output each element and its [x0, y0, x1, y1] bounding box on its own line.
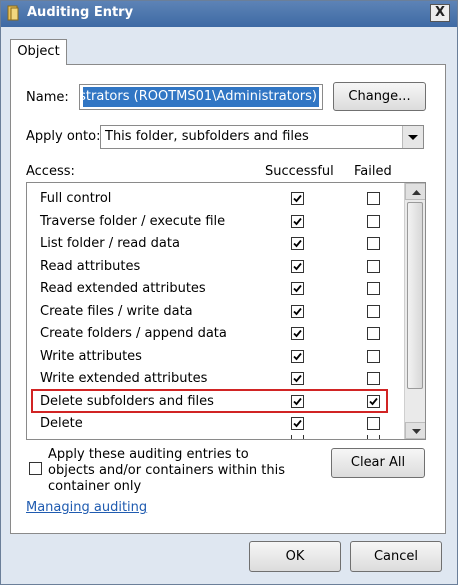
failed-checkbox[interactable] [367, 327, 380, 340]
access-row: Read extended attributes [27, 278, 405, 300]
ok-button[interactable]: OK [249, 541, 341, 572]
arrow-up-icon [412, 190, 421, 195]
apply-onto-value: This folder, subfolders and files [105, 129, 309, 144]
name-label: Name: [26, 90, 69, 105]
apply-onto-select[interactable]: This folder, subfolders and files [100, 125, 424, 149]
scroll-up-button[interactable] [405, 183, 425, 200]
access-row: Delete subfolders and files [27, 391, 405, 413]
permission-label: Full control [40, 191, 112, 206]
successful-checkbox[interactable] [291, 282, 304, 295]
access-row: Write extended attributes [27, 368, 405, 390]
checkmark-icon [293, 194, 302, 203]
failed-checkbox[interactable] [367, 192, 380, 205]
permission-label: Read attributes [40, 258, 141, 274]
checkmark-icon [293, 239, 302, 248]
failed-checkbox[interactable] [367, 282, 380, 295]
permission-label: Delete subfolders and files [40, 393, 214, 409]
successful-checkbox[interactable] [291, 214, 304, 228]
permission-label: Create files / write data [40, 303, 193, 319]
checkmark-icon [293, 329, 302, 338]
name-field[interactable]: nistrators (ROOTMS01\Administrators) [79, 84, 323, 110]
col-successful: Successful [265, 164, 334, 179]
successful-checkbox[interactable] [291, 394, 304, 408]
change-button[interactable]: Change... [333, 82, 426, 111]
checkmark-icon [293, 352, 302, 360]
chevron-down-icon [408, 135, 418, 140]
failed-checkbox[interactable] [367, 304, 380, 318]
access-row: Traverse folder / execute file [27, 211, 405, 233]
permission-label: Write attributes [40, 348, 142, 364]
access-row: Write attributes [27, 346, 405, 368]
folder-icon [7, 5, 19, 21]
checkmark-icon [369, 397, 378, 405]
permission-label: List folder / read data [40, 236, 180, 251]
successful-checkbox[interactable] [291, 372, 304, 385]
cancel-button[interactable]: Cancel [350, 541, 442, 572]
successful-checkbox[interactable] [291, 417, 304, 430]
successful-checkbox[interactable] [291, 237, 304, 250]
access-row: Delete [27, 413, 405, 435]
access-row: Create files / write data [27, 301, 405, 323]
title-bar[interactable]: Auditing Entry X [1, 1, 457, 27]
failed-checkbox[interactable] [367, 417, 380, 430]
checkmark-icon [293, 284, 302, 293]
col-failed: Failed [354, 164, 392, 179]
partial-row [27, 435, 405, 439]
managing-auditing-link[interactable]: Managing auditing [26, 500, 147, 515]
tab-object[interactable]: Object [10, 39, 67, 65]
access-row: Read attributes [27, 256, 405, 278]
successful-checkbox[interactable] [291, 259, 304, 273]
name-value: nistrators (ROOTMS01\Administrators) [83, 87, 319, 107]
arrow-down-icon [412, 429, 421, 434]
failed-checkbox[interactable] [367, 394, 380, 408]
apply-onto-label: Apply onto: [26, 129, 101, 144]
failed-checkbox[interactable] [367, 372, 380, 385]
apply-checkbox-label: Apply these auditing entries to objects … [48, 447, 286, 494]
dropdown-button[interactable] [402, 126, 423, 148]
checkmark-icon [293, 419, 302, 428]
clear-all-button[interactable]: Clear All [331, 448, 425, 478]
checkmark-icon [293, 307, 302, 315]
window-title: Auditing Entry [27, 5, 134, 20]
failed-checkbox[interactable] [367, 214, 380, 228]
checkmark-icon [293, 217, 302, 225]
permission-label: Create folders / append data [40, 326, 227, 341]
scroll-thumb[interactable] [407, 202, 423, 389]
apply-checkbox[interactable] [29, 462, 42, 475]
access-row: Create folders / append data [27, 323, 405, 345]
access-list[interactable]: Full control Traverse folder / execute fi… [26, 182, 426, 440]
access-row: List folder / read data [27, 233, 405, 255]
checkmark-icon [293, 397, 302, 405]
failed-checkbox[interactable] [367, 237, 380, 250]
access-label: Access: [26, 164, 75, 179]
permission-label: Read extended attributes [40, 281, 206, 296]
permission-label: Delete [40, 416, 83, 431]
access-row: Full control [27, 188, 405, 210]
successful-checkbox[interactable] [291, 192, 304, 205]
close-icon: X [434, 5, 446, 20]
successful-checkbox[interactable] [291, 327, 304, 340]
scroll-down-button[interactable] [405, 422, 425, 439]
successful-checkbox[interactable] [291, 349, 304, 363]
permission-label: Traverse folder / execute file [40, 213, 226, 229]
permission-label: Write extended attributes [40, 371, 208, 386]
failed-checkbox[interactable] [367, 259, 380, 273]
checkmark-icon [293, 262, 302, 270]
successful-checkbox[interactable] [291, 304, 304, 318]
checkmark-icon [293, 374, 302, 383]
access-list-scrollbar[interactable] [404, 183, 425, 439]
close-button[interactable]: X [430, 4, 450, 22]
failed-checkbox[interactable] [367, 349, 380, 363]
